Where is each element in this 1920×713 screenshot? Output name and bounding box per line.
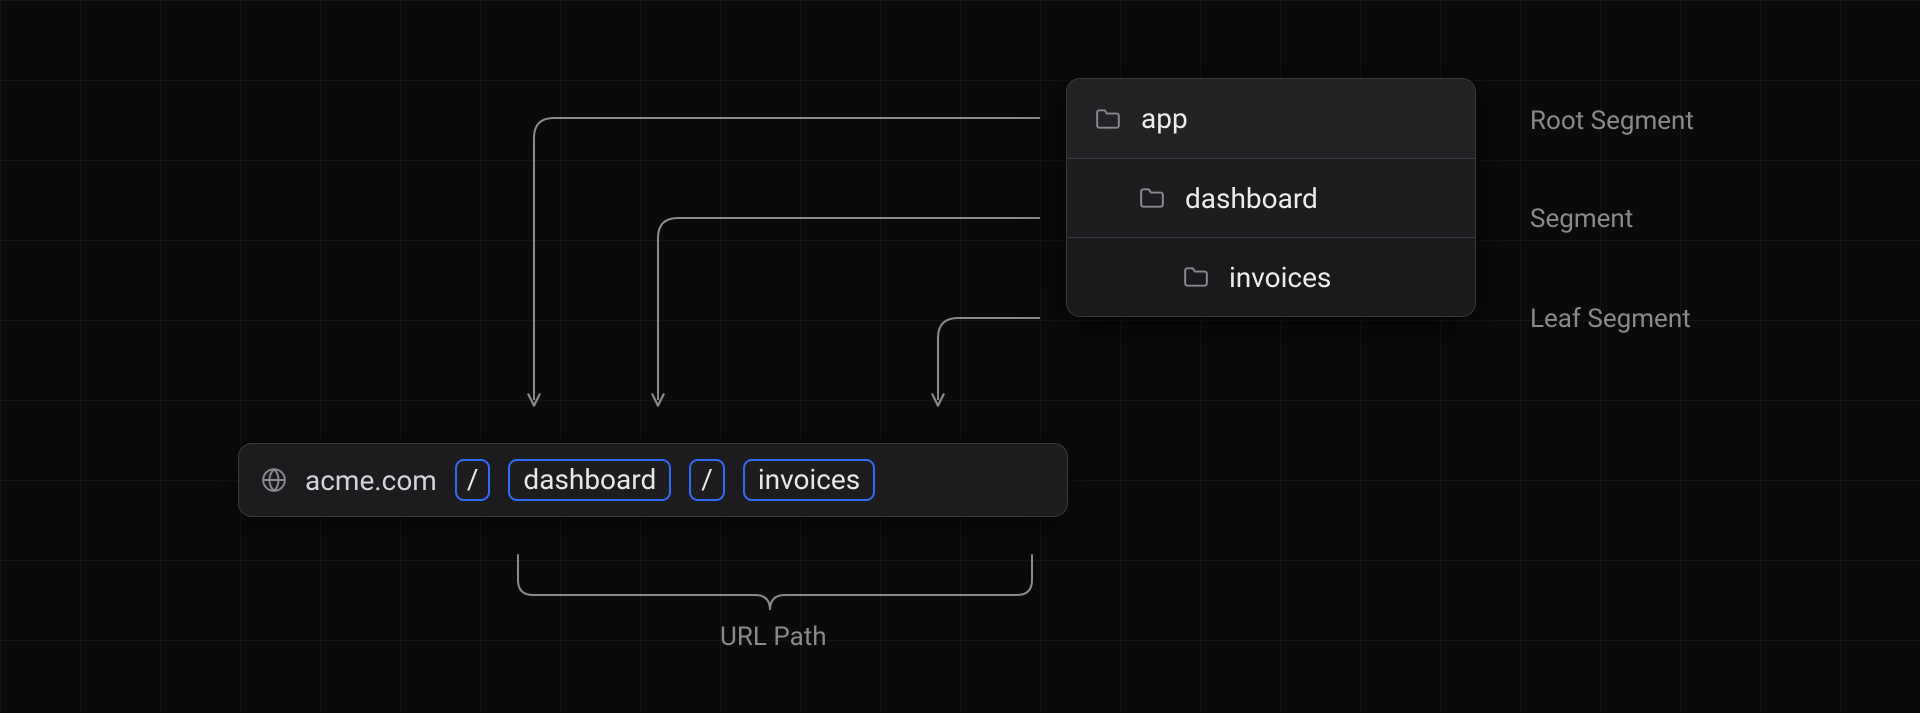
folder-icon	[1095, 108, 1121, 130]
folder-tree-panel: app dashboard invoices	[1066, 78, 1476, 317]
folder-icon	[1183, 266, 1209, 288]
url-segment-slash: /	[689, 459, 725, 501]
url-bar: acme.com / dashboard / invoices	[238, 443, 1068, 517]
tree-row-label: app	[1141, 102, 1188, 135]
url-domain: acme.com	[305, 464, 437, 497]
annotation-leaf-segment: Leaf Segment	[1530, 304, 1691, 334]
annotation-segment: Segment	[1530, 204, 1633, 234]
tree-row-segment: dashboard	[1067, 158, 1475, 237]
url-segment-invoices: invoices	[743, 459, 875, 501]
annotation-root-segment: Root Segment	[1530, 106, 1694, 136]
url-path-label: URL Path	[720, 622, 827, 652]
tree-row-leaf: invoices	[1067, 237, 1475, 316]
folder-icon	[1139, 187, 1165, 209]
globe-icon	[261, 467, 287, 493]
tree-row-root: app	[1067, 79, 1475, 158]
tree-row-label: invoices	[1229, 261, 1331, 294]
tree-row-label: dashboard	[1185, 182, 1318, 215]
url-segment-slash: /	[455, 459, 491, 501]
url-segment-dashboard: dashboard	[508, 459, 671, 501]
